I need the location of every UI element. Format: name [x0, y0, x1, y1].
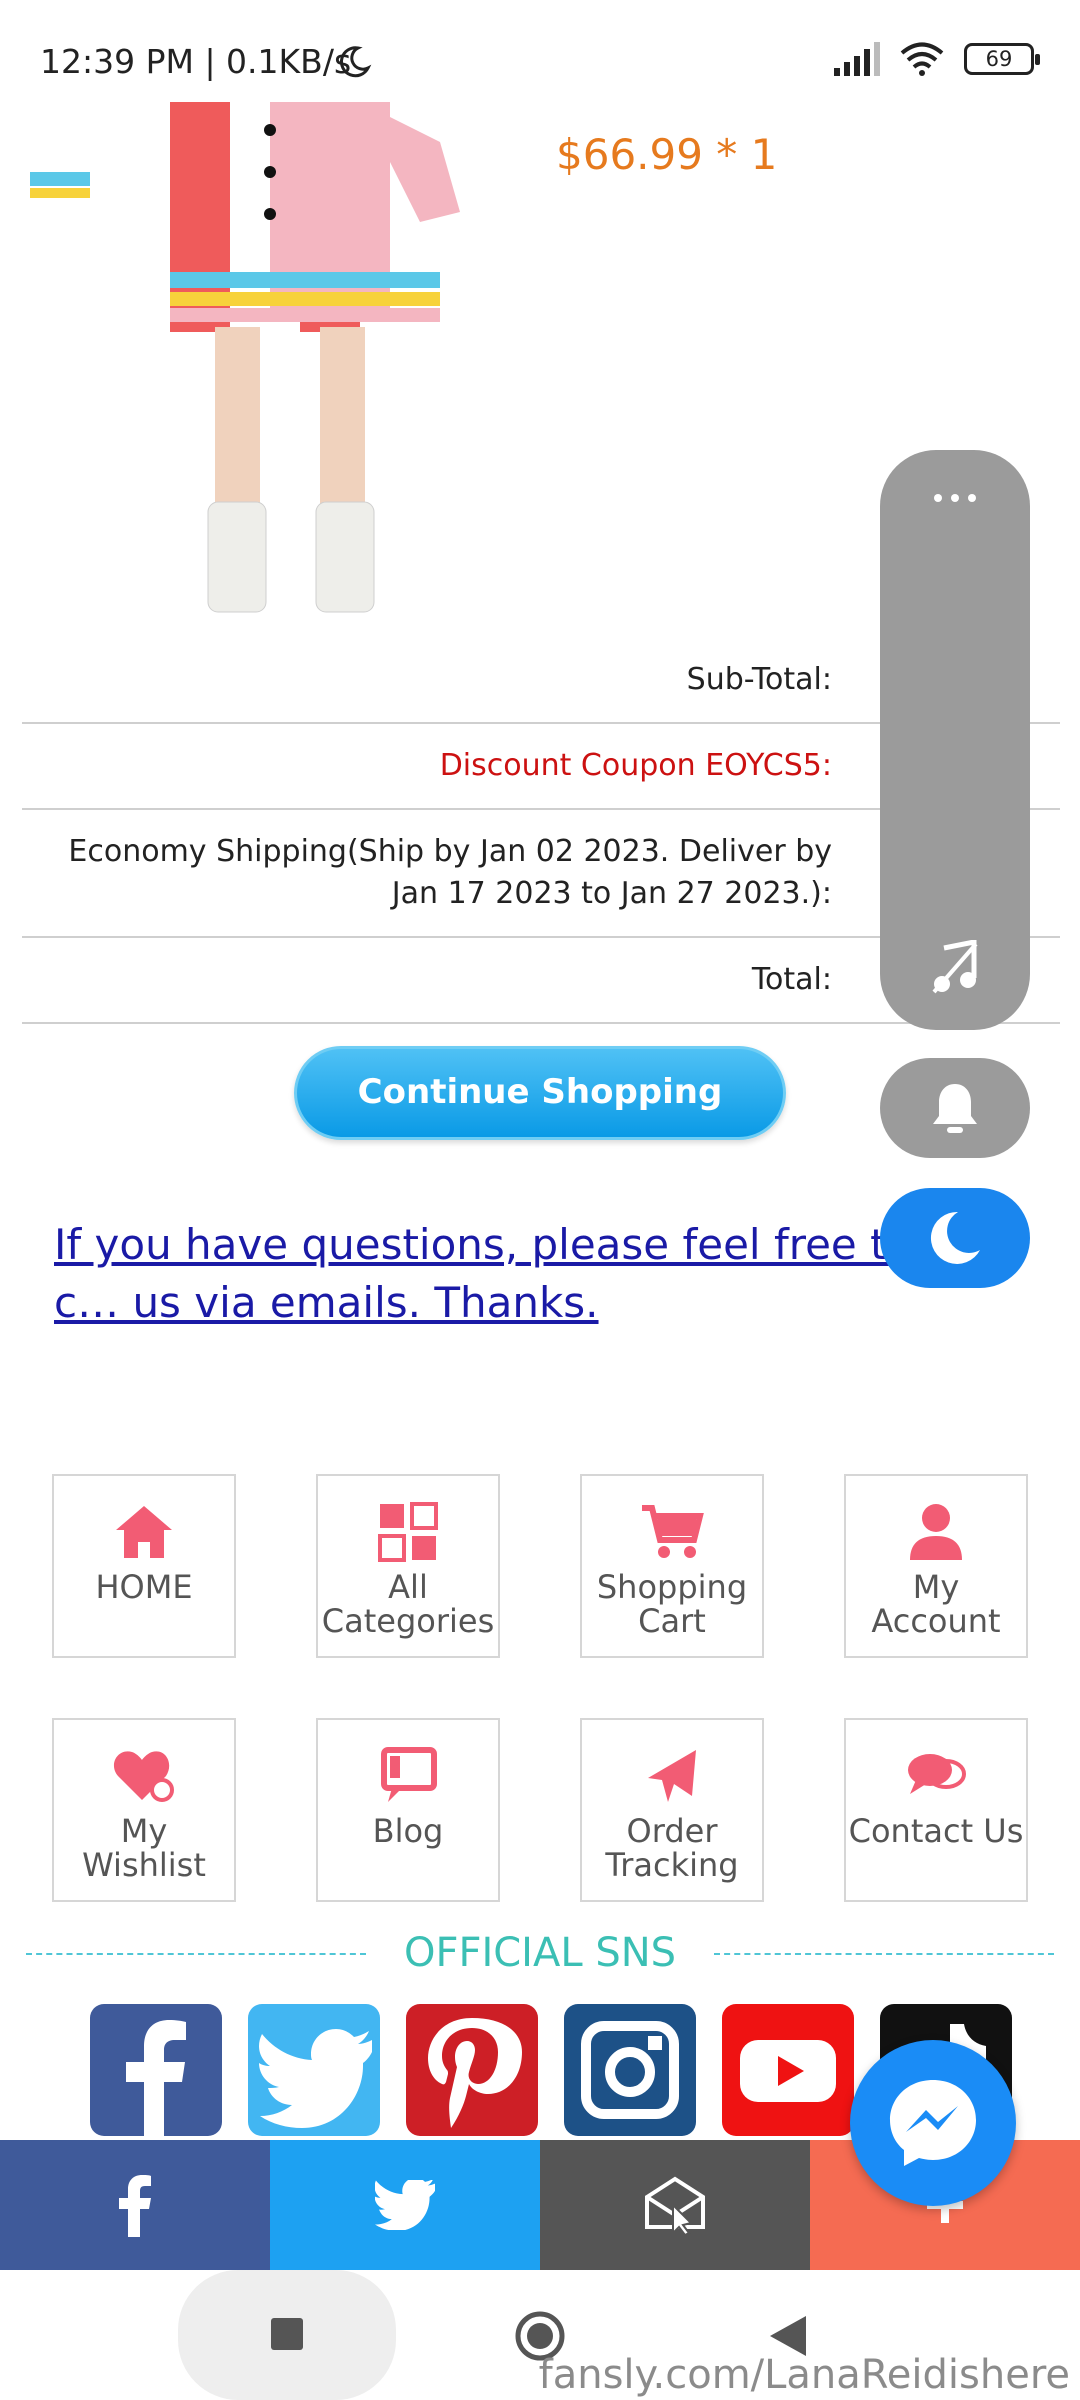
- status-time: 12:39 PM | 0.1KB/s: [40, 42, 352, 81]
- share-facebook-button[interactable]: [0, 2140, 270, 2270]
- tile-label: HOME: [95, 1568, 193, 1606]
- battery-indicator: 69: [964, 43, 1040, 75]
- pinterest-icon[interactable]: [406, 2004, 538, 2136]
- notification-button[interactable]: [880, 1058, 1030, 1158]
- blog-icon: [381, 1747, 437, 1802]
- tile-label: Blog: [372, 1812, 444, 1850]
- categories-icon: [378, 1502, 438, 1562]
- tile-blog[interactable]: Blog: [316, 1718, 500, 1902]
- tile-order-tracking[interactable]: Order Tracking: [580, 1718, 764, 1902]
- moon-icon: [339, 46, 372, 78]
- recents-button[interactable]: [178, 2270, 396, 2400]
- chat-icon: [908, 1754, 966, 1794]
- shipping-label: Economy Shipping(Ship by Jan 02 2023. De…: [68, 834, 832, 911]
- tile-label: My Account: [871, 1568, 1001, 1640]
- email-icon: [645, 2176, 705, 2235]
- messenger-chat-button[interactable]: [850, 2040, 1016, 2206]
- tile-label: Order Tracking: [605, 1812, 739, 1884]
- tile-home[interactable]: HOME: [52, 1474, 236, 1658]
- share-twitter-button[interactable]: [270, 2140, 540, 2270]
- tile-shopping-cart[interactable]: Shopping Cart: [580, 1474, 764, 1658]
- user-icon: [910, 1504, 962, 1560]
- coupon-label: Discount Coupon EOYCS5:: [439, 748, 832, 783]
- tile-label: My Wishlist: [82, 1812, 206, 1884]
- cart-icon: [642, 1505, 704, 1558]
- moon-icon: [930, 1211, 980, 1264]
- tile-label: Shopping Cart: [596, 1568, 748, 1640]
- more-icon[interactable]: [930, 490, 980, 506]
- bell-icon: [933, 1084, 977, 1133]
- floating-side-panel: [880, 450, 1030, 1030]
- tile-label: All Categories: [321, 1568, 495, 1640]
- total-label: Total:: [751, 962, 832, 997]
- continue-shopping-button[interactable]: Continue Shopping: [294, 1046, 786, 1140]
- twitter-icon: [375, 2180, 435, 2230]
- share-email-button[interactable]: [540, 2140, 810, 2270]
- status-icons: 69: [832, 42, 1040, 76]
- music-off-icon[interactable]: [930, 940, 980, 994]
- facebook-icon[interactable]: [90, 2004, 222, 2136]
- divider: [714, 1953, 1054, 1955]
- watermark-text: fansly.com/LanaReidishere: [538, 2352, 1070, 2398]
- subtotal-label: Sub-Total:: [686, 662, 832, 697]
- tile-all-categories[interactable]: All Categories: [316, 1474, 500, 1658]
- product-image: [30, 102, 460, 613]
- tile-contact-us[interactable]: Contact Us: [844, 1718, 1028, 1902]
- twitter-icon[interactable]: [248, 2004, 380, 2136]
- tile-my-wishlist[interactable]: My Wishlist: [52, 1718, 236, 1902]
- youtube-icon[interactable]: [722, 2004, 854, 2136]
- home-icon: [116, 1506, 172, 1558]
- facebook-icon: [119, 2175, 151, 2237]
- dark-mode-button[interactable]: [880, 1188, 1030, 1288]
- tile-label: Contact Us: [848, 1812, 1024, 1850]
- recents-icon: [271, 2318, 303, 2350]
- instagram-icon[interactable]: [564, 2004, 696, 2136]
- heart-icon: [113, 1751, 174, 1802]
- tile-my-account[interactable]: My Account: [844, 1474, 1028, 1658]
- signal-icon: [834, 42, 880, 76]
- messenger-icon: [890, 2080, 976, 2166]
- contact-email-link[interactable]: If you have questions, please feel free …: [54, 1216, 914, 1332]
- plane-icon: [648, 1750, 696, 1802]
- product-price: $66.99 * 1: [556, 130, 778, 179]
- status-bar: 12:39 PM | 0.1KB/s 69: [0, 0, 1080, 102]
- wifi-icon: [900, 42, 944, 76]
